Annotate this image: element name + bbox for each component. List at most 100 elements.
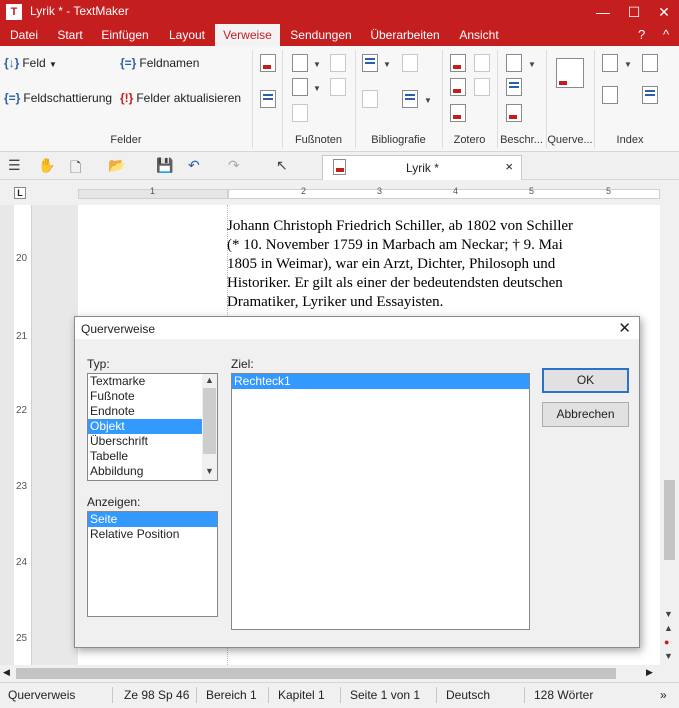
scroll-down-icon[interactable]: ▼ (205, 466, 214, 476)
list-item-selected[interactable]: Objekt (88, 419, 202, 434)
group-felder-label: Felder (110, 134, 142, 146)
close-window-button[interactable]: ✕ (649, 0, 679, 24)
ruler-number: 23 (16, 481, 28, 492)
felder-aktualisieren-button[interactable]: {!} Felder aktualisieren (120, 91, 241, 105)
edit-index-icon[interactable] (642, 86, 658, 104)
index-entry-icon[interactable] (602, 54, 618, 72)
chevron-down-icon[interactable]: ▼ (528, 60, 536, 69)
list-item[interactable]: Überschrift (88, 434, 217, 449)
list-item-selected[interactable]: Seite (88, 512, 217, 527)
help-icon[interactable]: ? (638, 24, 645, 46)
ruler-number: 3 (377, 186, 383, 196)
save-icon[interactable]: 💾 (156, 157, 173, 174)
zotero-edit-icon[interactable] (450, 104, 466, 122)
next-page-icon[interactable]: ▼ (664, 651, 673, 661)
scroll-thumb[interactable] (203, 388, 216, 454)
scroll-thumb[interactable] (664, 480, 675, 560)
chevron-down-icon[interactable]: ▼ (313, 60, 321, 69)
list-item[interactable]: Tabelle (88, 449, 217, 464)
horizontal-ruler[interactable]: L 1 2 3 4 5 5 (0, 181, 679, 205)
tab-verweise[interactable]: Verweise (215, 24, 280, 46)
next-footnote-icon[interactable] (292, 78, 308, 96)
list-item[interactable]: Fußnote (88, 389, 217, 404)
chevron-down-icon[interactable]: ▼ (424, 96, 432, 105)
ruler-text-area (228, 189, 660, 199)
tab-ueberarbeiten[interactable]: Überarbeiten (364, 24, 446, 46)
cancel-button[interactable]: Abbrechen (542, 402, 629, 427)
tab-ansicht[interactable]: Ansicht (452, 24, 506, 46)
insert-index-icon[interactable] (642, 54, 658, 72)
list-item-selected[interactable]: Rechteck1 (232, 374, 529, 389)
cross-reference-icon[interactable] (556, 58, 584, 88)
undo-icon[interactable]: ↶ (188, 157, 200, 174)
document-tab[interactable]: Lyrik * × (322, 155, 522, 180)
insert-footnote-icon[interactable] (260, 54, 276, 72)
tab-start[interactable]: Start (52, 24, 88, 46)
scroll-thumb[interactable] (16, 668, 616, 679)
status-seite: Seite 1 von 1 (350, 688, 421, 702)
chevron-down-icon[interactable]: ▼ (624, 60, 632, 69)
tab-sendungen[interactable]: Sendungen (284, 24, 358, 46)
tab-stop-selector[interactable]: L (14, 187, 26, 199)
pointer-icon[interactable]: ↖ (276, 157, 288, 174)
status-language[interactable]: Deutsch (446, 688, 490, 702)
bibliography-icon[interactable] (402, 90, 418, 108)
new-document-icon[interactable]: 🗋 (70, 157, 81, 181)
status-divider (436, 687, 437, 703)
scroll-right-icon[interactable]: ▶ (646, 667, 653, 678)
typ-scrollbar[interactable]: ▲ ▼ (202, 374, 217, 480)
list-item[interactable]: Abbildung (88, 464, 217, 479)
chevron-down-icon[interactable]: ▼ (313, 84, 321, 93)
field-names-icon: {=} (120, 56, 137, 70)
document-text[interactable]: Johann Christoph Friedrich Schiller, ab … (227, 217, 607, 312)
scroll-down-icon[interactable]: ▼ (664, 609, 673, 619)
menu-icon[interactable]: ☰ (8, 157, 21, 174)
anzeigen-listbox[interactable]: Seite Relative Position (87, 511, 218, 617)
zotero-insert-icon[interactable] (450, 54, 466, 72)
typ-listbox[interactable]: Textmarke Fußnote Endnote Objekt Übersch… (87, 373, 218, 481)
list-item[interactable]: Relative Position (88, 527, 217, 542)
collapse-ribbon-icon[interactable]: ^ (663, 24, 669, 46)
close-tab-icon[interactable]: × (505, 159, 513, 174)
vertical-scrollbar[interactable]: ▼ ▲ ● ▼ (660, 205, 679, 665)
browse-object-icon[interactable]: ● (664, 637, 669, 647)
zotero-refresh-icon (474, 54, 490, 72)
caption-icon[interactable] (506, 54, 522, 72)
list-item[interactable]: Textmarke (88, 374, 217, 389)
footnote-icon[interactable] (292, 54, 308, 72)
maximize-button[interactable]: ☐ (619, 0, 649, 24)
feldschattierung-button[interactable]: {=} Feldschattierung (4, 91, 112, 105)
tab-einfuegen[interactable]: Einfügen (96, 24, 154, 46)
open-folder-icon[interactable]: 📂 (108, 157, 125, 174)
status-divider (196, 687, 197, 703)
scroll-left-icon[interactable]: ◀ (3, 667, 10, 678)
felder-aktualisieren-label: Felder aktualisieren (136, 91, 242, 105)
tab-layout[interactable]: Layout (162, 24, 212, 46)
hand-icon[interactable]: ✋ (38, 157, 55, 174)
update-captions-icon[interactable] (506, 104, 522, 122)
text-line: 1805 in Weimar), war ein Arzt, Dichter, … (227, 256, 556, 272)
list-item[interactable]: Endnote (88, 404, 217, 419)
zotero-bibliography-icon[interactable] (450, 78, 466, 96)
feld-button[interactable]: {↓} Feld ▼ (4, 56, 57, 70)
scroll-up-icon[interactable]: ▲ (205, 375, 214, 385)
status-more-icon[interactable]: » (660, 688, 667, 702)
mark-entry-icon[interactable] (602, 86, 618, 104)
feldnamen-button[interactable]: {=} Feldnamen (120, 56, 199, 70)
group-querverweis-label: Querve... (547, 134, 593, 146)
dialog-close-icon[interactable]: ✕ (618, 319, 631, 337)
prev-footnote-icon (330, 78, 346, 96)
ruler-number: 21 (16, 331, 28, 342)
horizontal-scrollbar[interactable]: ◀ ▶ (0, 665, 679, 682)
ribbon: {↓} Feld ▼ {=} Feldnamen {=} Feldschattieru… (0, 46, 679, 152)
tab-datei[interactable]: Datei (4, 24, 44, 46)
ok-button[interactable]: OK (542, 368, 629, 393)
bibliography-style-icon (362, 90, 378, 108)
ziel-listbox[interactable]: Rechteck1 (231, 373, 530, 630)
prev-page-icon[interactable]: ▲ (664, 623, 673, 633)
footnote-settings-icon[interactable] (260, 90, 276, 108)
caption-list-icon[interactable] (506, 78, 522, 96)
citation-icon[interactable] (362, 54, 378, 72)
minimize-button[interactable]: — (588, 0, 618, 24)
chevron-down-icon[interactable]: ▼ (383, 60, 391, 69)
